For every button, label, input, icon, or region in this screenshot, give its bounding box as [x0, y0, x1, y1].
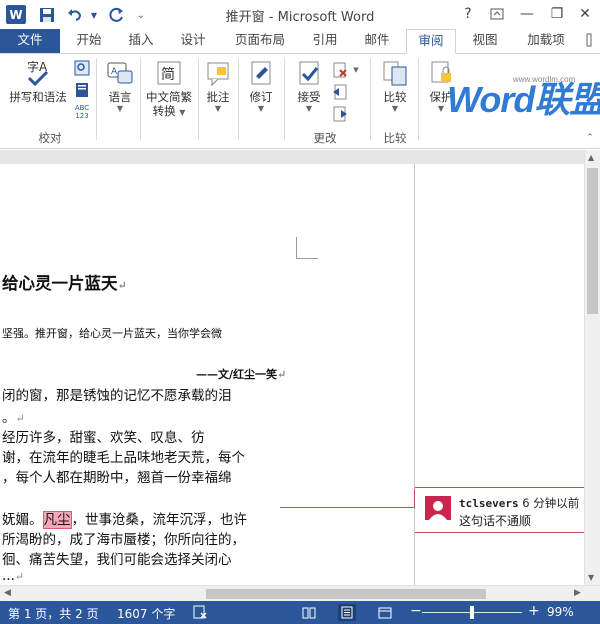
title-bar: W ▼ ⌄ 推开窗 - Microsoft Word ? — ❐ ✕	[0, 0, 600, 29]
compare-group-label: 比较	[383, 131, 407, 145]
tab-insert[interactable]: 插入	[118, 29, 164, 53]
scroll-left-icon[interactable]: ◀	[4, 588, 11, 598]
tab-home[interactable]: 开始	[66, 29, 112, 53]
spelling-icon: 字A	[23, 58, 53, 88]
tab-design[interactable]: 设计	[170, 29, 216, 53]
word-count[interactable]: 1607 个字	[117, 605, 175, 622]
tab-file[interactable]: 文件	[0, 29, 60, 53]
minimize-button[interactable]: —	[514, 4, 540, 24]
zoom-in-button[interactable]: +	[528, 603, 540, 619]
tab-references[interactable]: 引用	[302, 29, 348, 53]
collapse-ribbon-icon[interactable]: ⌃	[582, 130, 598, 146]
track-changes-button[interactable]: 修订 ▼	[244, 58, 278, 114]
avatar	[425, 496, 451, 520]
track-changes-icon	[246, 58, 276, 88]
chevron-down-icon[interactable]: ▼	[348, 62, 364, 78]
tab-mailings[interactable]: 邮件	[354, 29, 400, 53]
chinese-conversion-button[interactable]: 简 中文简繁 转换 ▼	[142, 58, 196, 120]
accept-icon	[294, 58, 324, 88]
proofing-status-icon[interactable]	[192, 604, 208, 623]
vertical-scrollbar[interactable]: ▲ ▼	[584, 150, 600, 585]
chevron-down-icon: ▼	[437, 104, 445, 113]
tab-view[interactable]: 视图	[462, 29, 508, 53]
help-button[interactable]: ?	[455, 4, 481, 24]
tab-addins[interactable]: 加载项	[516, 29, 576, 53]
previous-change-icon[interactable]	[332, 84, 348, 100]
word-count-icon[interactable]: ABC 123	[72, 104, 92, 120]
paragraph-line[interactable]: 谢，在流年的睫毛上品味地老天荒，每个	[2, 446, 245, 466]
ruler-gap	[0, 150, 600, 164]
research-icon[interactable]	[74, 60, 90, 76]
scroll-right-icon[interactable]: ▶	[574, 588, 581, 598]
read-mode-icon[interactable]	[300, 604, 318, 621]
restore-button[interactable]: ❐	[544, 4, 570, 24]
compare-icon	[380, 58, 410, 88]
comment-author: tclsevers 6 分钟以前	[459, 496, 580, 510]
next-change-icon[interactable]	[332, 106, 348, 122]
document-heading[interactable]: 给心灵一片蓝天↵	[2, 270, 127, 294]
scroll-down-icon[interactable]: ▼	[588, 573, 594, 582]
byline[interactable]: ——文/红尘一笑↵	[196, 366, 286, 382]
close-button[interactable]: ✕	[572, 4, 598, 24]
ribbon-tabs: 文件 开始 插入 设计 页面布局 引用 邮件 审阅 视图 加载项	[0, 29, 600, 54]
web-layout-icon[interactable]	[376, 604, 394, 621]
ribbon-display-icon[interactable]	[484, 4, 510, 24]
comment-icon	[203, 58, 233, 88]
chevron-down-icon: ▼	[257, 104, 265, 113]
page-corner-mark	[296, 237, 318, 259]
tab-review[interactable]: 审阅	[406, 29, 456, 54]
thesaurus-icon[interactable]	[74, 82, 90, 98]
chinese-conversion-icon: 简	[154, 58, 184, 88]
comment-text[interactable]: 这句话不通顺	[459, 512, 531, 529]
svg-text:字A: 字A	[27, 59, 48, 74]
paragraph-line[interactable]: 闭的窗，那是锈蚀的记忆不愿承载的泪	[2, 384, 232, 404]
scroll-up-icon[interactable]: ▲	[588, 153, 594, 162]
reject-icon[interactable]	[332, 62, 348, 78]
zoom-level[interactable]: 99%	[547, 605, 574, 619]
chevron-down-icon: ▼	[116, 104, 124, 113]
changes-group-label: 更改	[313, 131, 337, 145]
chevron-down-icon: ▼	[305, 104, 313, 113]
window-title: 推开窗 - Microsoft Word	[225, 10, 375, 25]
language-icon: A	[105, 58, 135, 88]
proofing-group-label: 校对	[38, 131, 62, 145]
paragraph-line[interactable]: ，每个人都在期盼中，翘首一份幸福绵	[2, 466, 232, 486]
chevron-down-icon: ▼	[214, 104, 222, 113]
language-button[interactable]: A 语言 ▼	[102, 58, 138, 114]
paragraph-line[interactable]: 坚强。推开窗，给心灵一片蓝天，当你学会微	[2, 325, 222, 341]
zoom-slider-handle[interactable]	[470, 606, 474, 619]
chevron-down-icon: ▼	[391, 104, 399, 113]
paragraph-line[interactable]: 妩媚。凡尘，世事沧桑，流年沉浮，也许	[2, 508, 247, 529]
spelling-grammar-button[interactable]: 字A 拼写和语法	[6, 58, 70, 104]
print-layout-icon[interactable]	[338, 604, 356, 621]
tab-page-layout[interactable]: 页面布局	[226, 29, 294, 53]
more-tabs-button[interactable]	[580, 29, 598, 53]
commented-text[interactable]: 凡尘	[42, 511, 72, 529]
paragraph-line[interactable]: ...↵	[2, 568, 24, 584]
paragraph-line[interactable]: 。↵	[2, 406, 25, 426]
comment-connector	[280, 507, 414, 508]
accept-button[interactable]: 接受 ▼	[292, 58, 326, 114]
paragraph-line[interactable]: 所渴盼的，成了海市蜃楼；你所向往的，	[2, 528, 245, 548]
horizontal-scrollbar[interactable]: ◀ ▶	[0, 585, 600, 601]
comments-button[interactable]: 批注 ▼	[202, 58, 234, 114]
status-bar: 第 1 页，共 2 页 1607 个字 − + 99%	[0, 601, 600, 624]
svg-text:简: 简	[161, 66, 175, 83]
paragraph-line[interactable]: 经历许多，甜蜜、欢笑、叹息、彷	[2, 426, 205, 446]
scroll-thumb[interactable]	[587, 168, 598, 314]
page-count[interactable]: 第 1 页，共 2 页	[8, 605, 99, 622]
compare-button[interactable]: 比较 ▼	[378, 58, 412, 114]
comment-balloon[interactable]: tclsevers 6 分钟以前 这句话不通顺	[415, 487, 584, 533]
paragraph-line[interactable]: 徊、痛苦失望，我们可能会选择关闭心	[2, 548, 232, 568]
scroll-thumb[interactable]	[206, 589, 486, 599]
svg-text:A: A	[111, 67, 118, 77]
zoom-out-button[interactable]: −	[410, 603, 422, 619]
